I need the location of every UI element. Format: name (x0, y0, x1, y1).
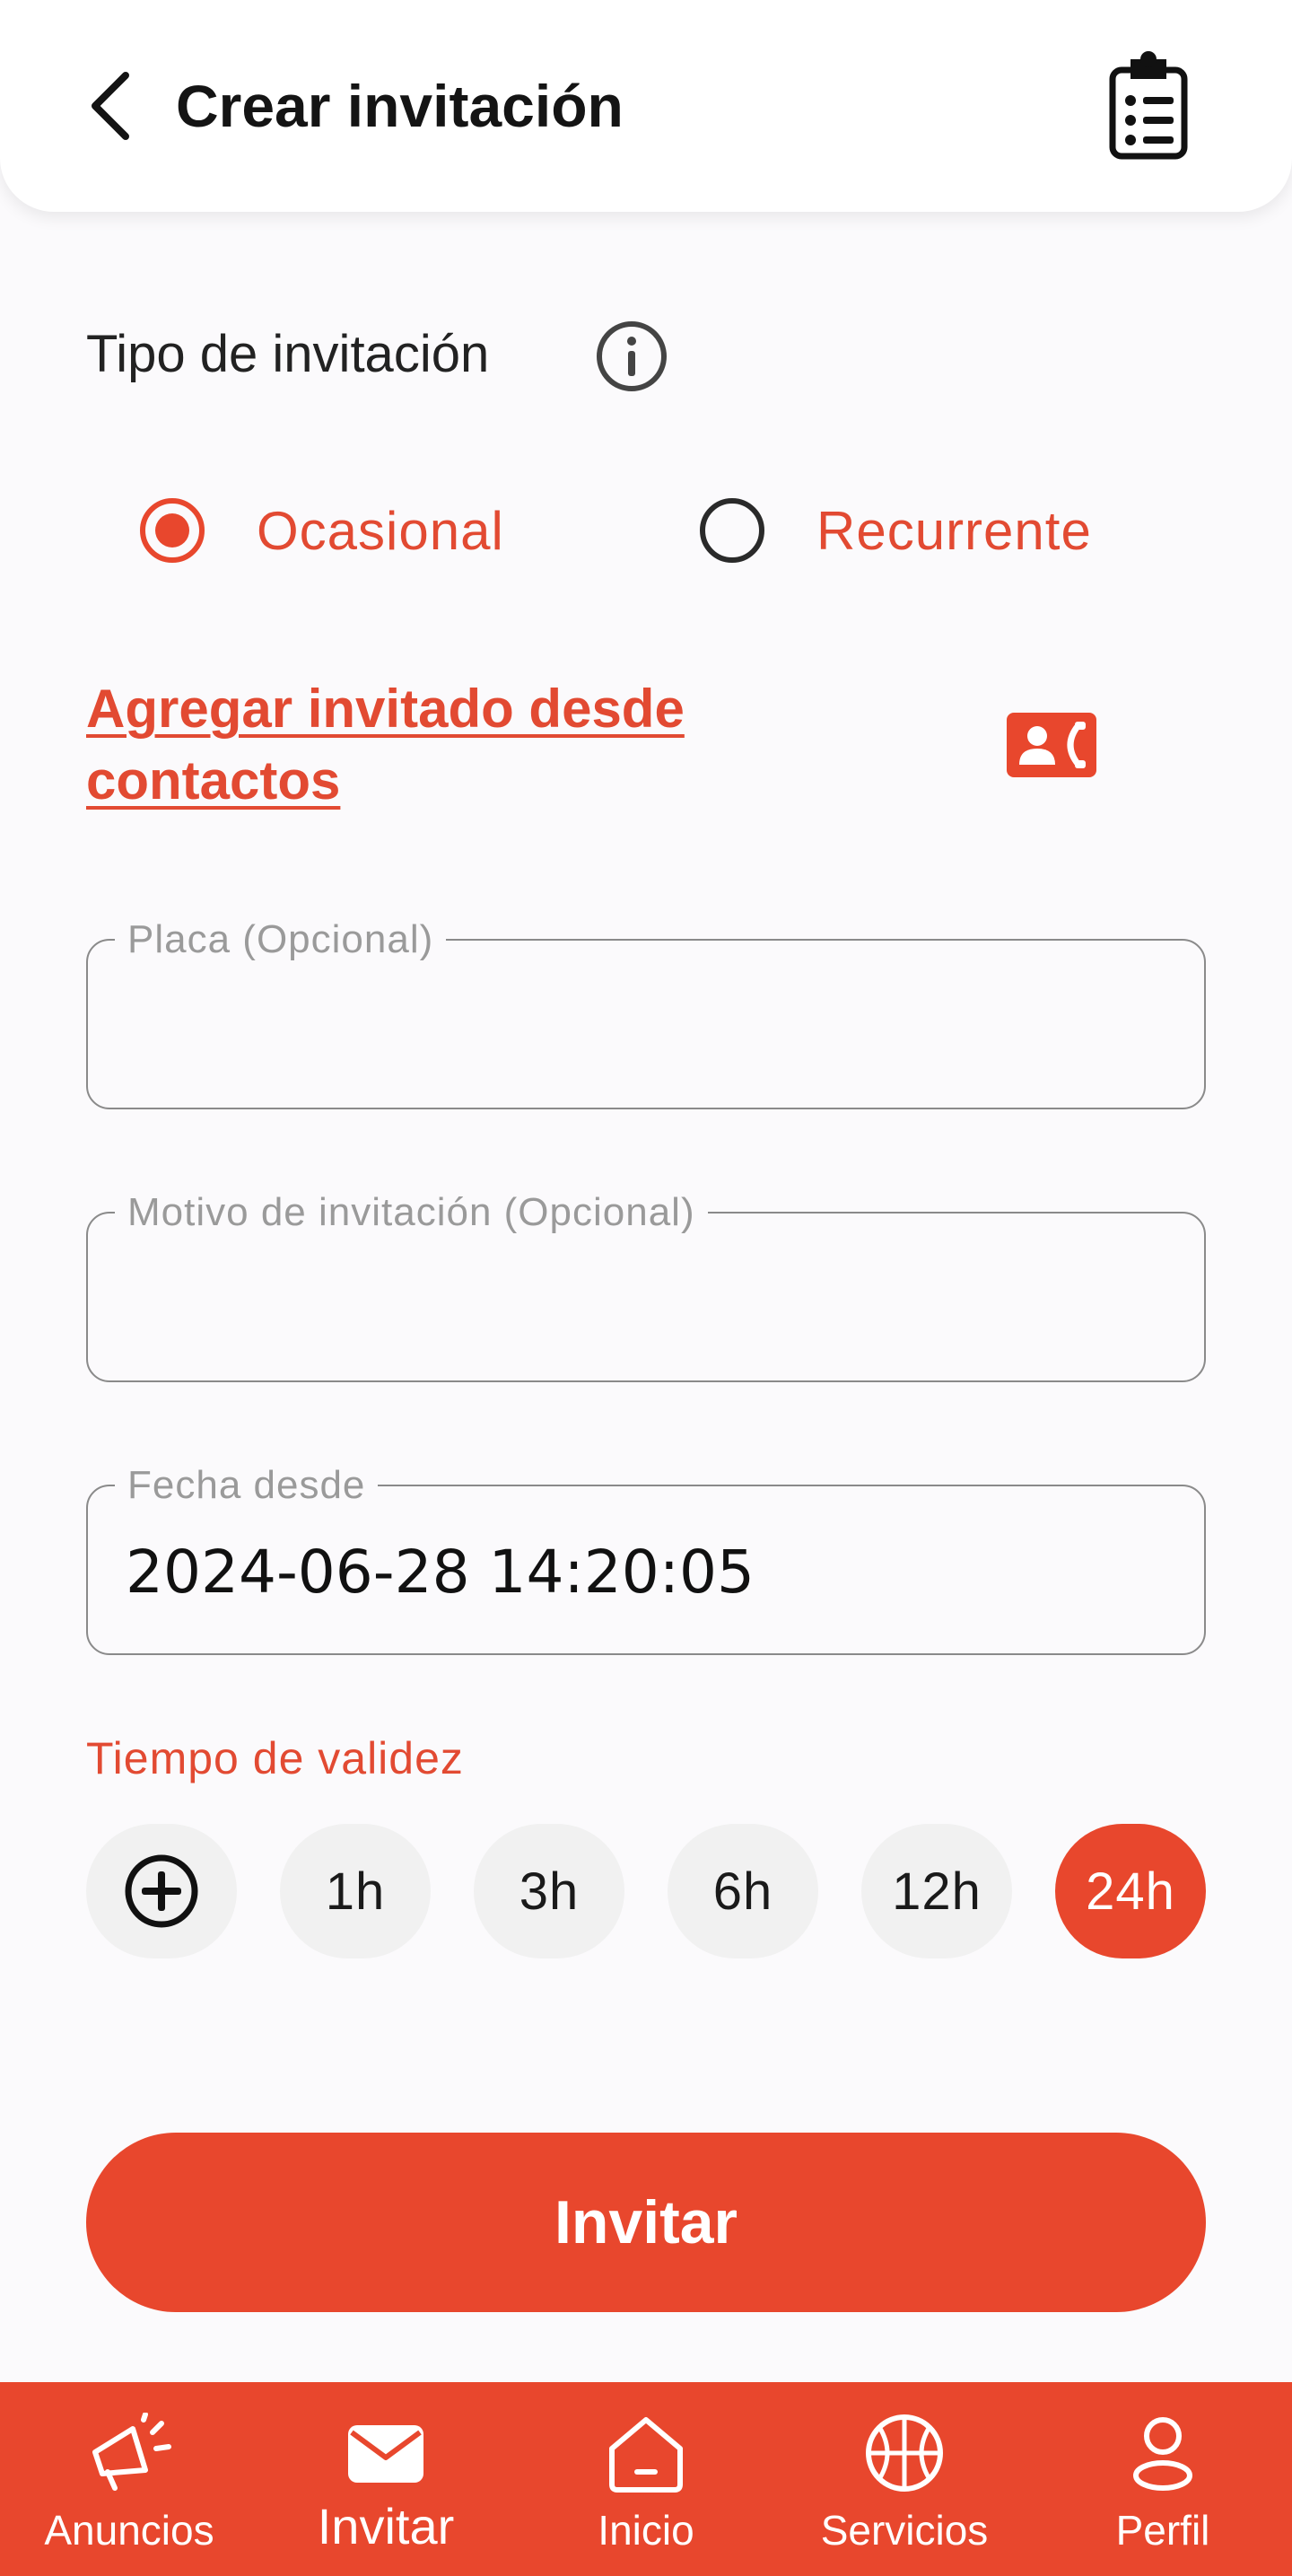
nav-inicio[interactable]: Inicio (529, 2382, 763, 2576)
fecha-label: Fecha desde (115, 1463, 379, 1508)
bottom-navigation: Anuncios Invitar Inicio Servicios Perfil (0, 2382, 1292, 2576)
info-icon[interactable] (594, 319, 669, 394)
nav-label: Servicios (820, 2507, 989, 2554)
motivo-field[interactable]: Motivo de invitación (Opcional) (86, 1190, 1206, 1382)
placa-label: Placa (Opcional) (115, 917, 447, 962)
clipboard-list-icon (1109, 51, 1188, 160)
validity-label: Tiempo de validez (86, 1733, 464, 1783)
radio-ocasional[interactable]: Ocasional (138, 492, 504, 569)
nav-label: Anuncios (44, 2507, 214, 2554)
user-icon (1133, 2417, 1192, 2491)
nav-label: Invitar (317, 2498, 455, 2554)
nav-servicios[interactable]: Servicios (788, 2382, 1021, 2576)
nav-perfil[interactable]: Perfil (1046, 2382, 1279, 2576)
radio-label: Recurrente (816, 500, 1092, 561)
radio-recurrente[interactable]: Recurrente (698, 492, 1092, 569)
nav-label: Perfil (1115, 2507, 1210, 2554)
basketball-icon (866, 2414, 943, 2492)
nav-anuncios[interactable]: Anuncios (13, 2382, 246, 2576)
nav-label: Inicio (598, 2507, 694, 2554)
back-button[interactable] (86, 70, 140, 142)
motivo-input[interactable] (126, 1249, 1166, 1348)
contact-phone-icon[interactable] (1007, 713, 1096, 777)
add-from-contacts-link[interactable]: Agregar invitado desde contactos (86, 673, 768, 817)
radio-label: Ocasional (257, 500, 504, 561)
placa-field[interactable]: Placa (Opcional) (86, 917, 1206, 1109)
invite-button[interactable]: Invitar (86, 2133, 1206, 2312)
fecha-field[interactable]: Fecha desde (86, 1463, 1206, 1655)
validity-chip-12h[interactable]: 12h (861, 1824, 1012, 1958)
top-app-bar: Crear invitación (0, 0, 1292, 212)
nav-invitar[interactable]: Invitar (269, 2382, 502, 2576)
validity-chip-6h[interactable]: 6h (668, 1824, 818, 1958)
chevron-left-icon (92, 72, 129, 140)
validity-chip-24h[interactable]: 24h (1055, 1824, 1206, 1958)
fecha-input[interactable] (126, 1522, 1166, 1621)
page-title: Crear invitación (176, 73, 624, 139)
invitation-type-label: Tipo de invitación (86, 325, 490, 383)
validity-chip-3h[interactable]: 3h (474, 1824, 624, 1958)
megaphone-icon (92, 2413, 171, 2491)
envelope-icon (348, 2425, 423, 2483)
validity-options: 1h 3h 6h 12h 24h (86, 1824, 1206, 1958)
motivo-label: Motivo de invitación (Opcional) (115, 1190, 708, 1235)
plus-circle-icon (125, 1854, 198, 1928)
validity-chip-1h[interactable]: 1h (280, 1824, 431, 1958)
radio-selected-icon (140, 498, 205, 563)
radio-unselected-icon (700, 498, 764, 563)
add-validity-button[interactable] (86, 1824, 237, 1958)
placa-input[interactable] (126, 977, 1166, 1075)
home-icon (609, 2417, 683, 2493)
invitations-list-button[interactable] (1105, 50, 1192, 162)
